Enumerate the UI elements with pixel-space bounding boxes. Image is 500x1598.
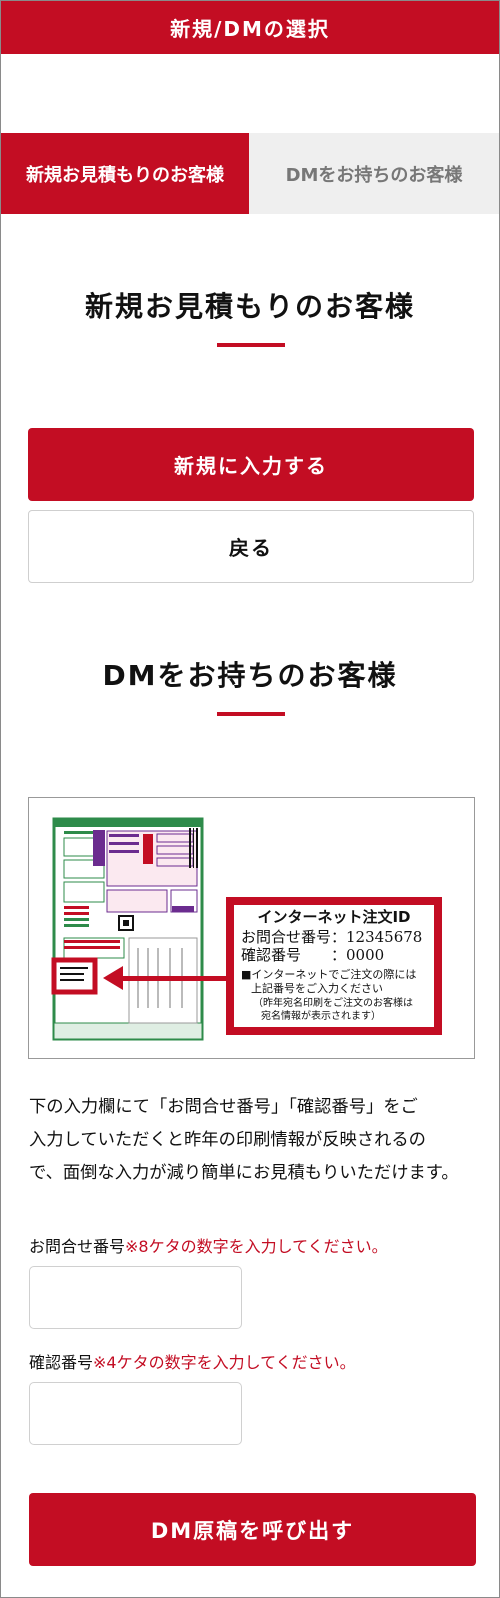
callout-note-2: 上記番号をご入力ください xyxy=(251,981,383,995)
page-frame: 新規/DMの選択 新規お見積もりのお客様 DMをお持ちのお客様 新規お見積もりの… xyxy=(0,0,500,1598)
header-title: 新規/DMの選択 xyxy=(170,17,330,41)
tab-bar: 新規お見積もりのお客様 DMをお持ちのお客様 xyxy=(1,133,499,214)
dm-form-image: インターネット注文ID お問合せ番号：12345678 確認番号 ：0000 ■… xyxy=(51,817,442,1041)
inquiry-number-label: お問合せ番号※8ケタの数字を入力してください。 xyxy=(29,1233,388,1257)
callout-confirm-line: 確認番号 ：0000 xyxy=(241,946,384,964)
callout-title: インターネット注文ID xyxy=(257,908,410,926)
confirm-number-input[interactable] xyxy=(29,1382,242,1445)
callout-note-3: （昨年宛名印刷をご注文のお客様は xyxy=(253,996,413,1009)
callout-inquiry-line: お問合せ番号：12345678 xyxy=(241,928,422,946)
dm-description-line: 下の入力欄にて「お問合せ番号」「確認番号」をご xyxy=(29,1097,418,1117)
load-dm-button[interactable]: DM原稿を呼び出す xyxy=(29,1493,476,1566)
highlight-box xyxy=(51,957,98,995)
back-button[interactable]: 戻る xyxy=(28,510,474,583)
inquiry-note: ※8ケタの数字を入力してください。 xyxy=(125,1237,388,1256)
new-section-title: 新規お見積もりのお客様 xyxy=(84,290,415,323)
arrow-icon xyxy=(121,976,227,981)
dm-description-line: 入力していただくと昨年の印刷情報が反映されるの xyxy=(29,1130,426,1150)
tab-dm-holder[interactable]: DMをお持ちのお客様 xyxy=(249,133,499,214)
inquiry-label-text: お問合せ番号 xyxy=(29,1237,126,1256)
confirm-label-text: 確認番号 xyxy=(29,1353,94,1372)
new-entry-button[interactable]: 新規に入力する xyxy=(28,428,474,501)
callout-note-1: ■インターネットでご注文の際には xyxy=(241,967,416,981)
new-section-underline xyxy=(217,343,285,347)
inquiry-number-input[interactable] xyxy=(29,1266,242,1329)
dm-description: 下の入力欄にて「お問合せ番号」「確認番号」をご 入力していただくと昨年の印刷情報… xyxy=(29,1091,489,1190)
confirm-number-label: 確認番号※4ケタの数字を入力してください。 xyxy=(29,1349,356,1373)
callout-note-4: 宛名情報が表示されます） xyxy=(261,1009,381,1022)
dm-sample-illustration: インターネット注文ID お問合せ番号：12345678 確認番号 ：0000 ■… xyxy=(28,797,475,1059)
confirm-note: ※4ケタの数字を入力してください。 xyxy=(93,1353,356,1372)
dm-description-line: で、面倒な入力が減り簡単にお見積もりいただけます。 xyxy=(29,1163,459,1183)
dm-section-title: DMをお持ちのお客様 xyxy=(102,659,398,692)
tab-new-estimate[interactable]: 新規お見積もりのお客様 xyxy=(1,133,249,214)
dm-section-underline xyxy=(217,712,285,716)
header-bar: 新規/DMの選択 xyxy=(1,1,499,54)
